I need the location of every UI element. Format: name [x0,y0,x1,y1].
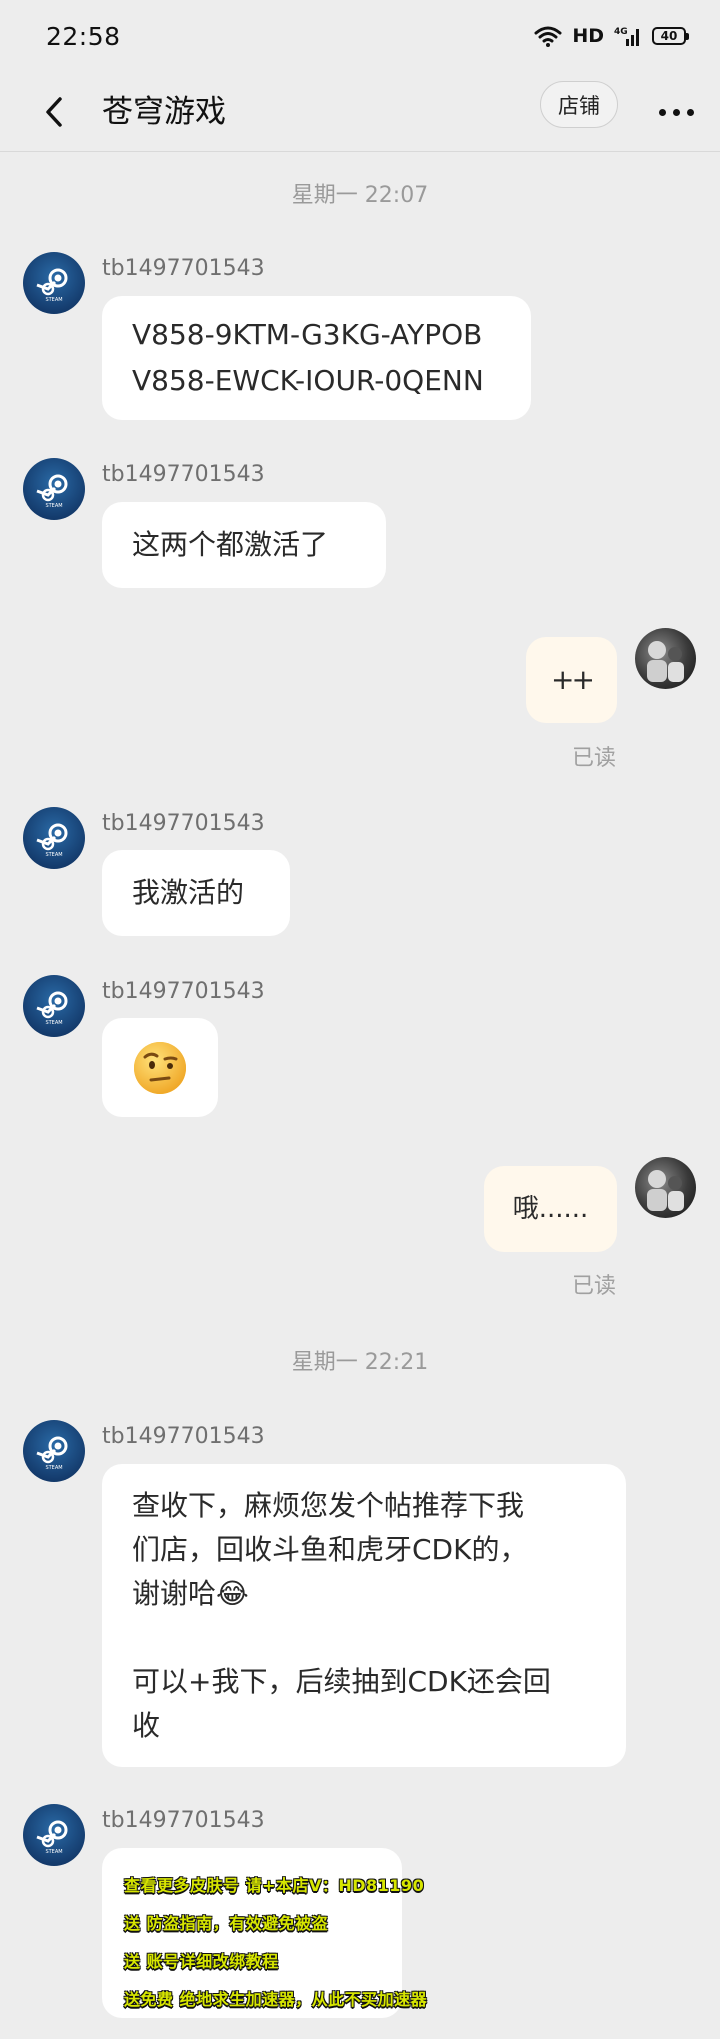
message-bubble[interactable]: 查收下，麻烦您发个帖推荐下我 们店，回收斗鱼和虎牙CDK的， 谢谢哈😂 可以+我… [102,1464,626,1767]
svg-text:STEAM: STEAM [45,1849,62,1855]
steam-logo-icon[interactable]: STEAM [23,1804,85,1866]
svg-text:STEAM: STEAM [45,297,62,303]
message-text: V858-9KTM-G3KG-AYPOB V858-EWCK-IOUR-0QEN… [132,318,484,397]
message-text: ++ [551,663,595,696]
read-receipt: 已读 [572,746,617,771]
more-dots-icon [658,108,666,116]
sender-name: tb1497701543 [102,256,265,281]
steam-logo-icon[interactable]: STEAM [23,807,85,869]
battery-icon: 40 [652,27,689,45]
sender-name: tb1497701543 [102,811,265,836]
wifi-icon [534,26,562,47]
message-text: 这两个都激活了 [132,528,329,561]
message-bubble[interactable]: 这两个都激活了 [102,502,386,588]
user-avatar[interactable] [635,1157,696,1218]
back-button[interactable] [30,88,78,136]
image-message-bubble[interactable]: 查看更多皮肤号 请+本店V：HD81190 送 防盗指南，有效避免被盗 送 账号… [102,1848,427,2018]
sender-name: tb1497701543 [102,979,265,1004]
svg-text:STEAM: STEAM [45,503,62,509]
my-message-bubble[interactable]: 哦...... [484,1166,617,1252]
chat-header: 苍穹游戏 店铺 [0,72,720,152]
my-message-bubble[interactable]: ++ [526,637,617,723]
svg-text:STEAM: STEAM [45,852,62,858]
shop-button[interactable]: 店铺 [540,81,618,128]
svg-text:STEAM: STEAM [45,1465,62,1471]
sender-name: tb1497701543 [102,462,265,487]
message-text: 哦...... [512,1194,589,1224]
chat-title: 苍穹游戏 [102,94,226,130]
status-time: 22:58 [46,21,121,51]
message-bubble[interactable] [102,1018,218,1117]
message-bubble[interactable]: 我激活的 [102,850,290,936]
read-receipt: 已读 [572,1274,617,1299]
poster-text-line: 送 防盗指南，有效避免被盗 [124,1914,329,1933]
steam-logo-icon[interactable]: STEAM [23,252,85,314]
steam-logo-icon[interactable]: STEAM [23,975,85,1037]
message-text: 我激活的 [132,876,245,909]
user-avatar[interactable] [635,628,696,689]
sender-name: tb1497701543 [102,1424,265,1449]
svg-text:STEAM: STEAM [45,1020,62,1026]
steam-logo-icon[interactable]: STEAM [23,458,85,520]
poster-text-line: 送免费 绝地求生加速器，从此不买加速器 [124,1990,428,2009]
steam-logo-icon[interactable]: STEAM [23,1420,85,1482]
signal-icon: 4G [614,27,639,46]
more-options-button[interactable] [652,88,700,136]
back-arrow-icon [46,97,62,127]
message-timestamp: 星期一 22:07 [291,183,429,208]
svg-text:4G: 4G [614,27,628,37]
status-icons: HD 4G 40 [534,25,689,47]
network-type-label: HD [572,25,604,47]
poster-text-line: 送 账号详细改绑教程 [124,1952,279,1971]
message-text: 查收下，麻烦您发个帖推荐下我 们店，回收斗鱼和虎牙CDK的， 谢谢哈😂 可以+我… [132,1489,551,1742]
raised-eyebrow-emoji-icon [134,1041,186,1094]
message-timestamp: 星期一 22:21 [291,1350,429,1375]
message-bubble[interactable]: V858-9KTM-G3KG-AYPOB V858-EWCK-IOUR-0QEN… [102,296,531,420]
poster-text-line: 查看更多皮肤号 请+本店V：HD81190 [124,1876,425,1895]
sender-name: tb1497701543 [102,1808,265,1833]
status-bar: 22:58 HD 4G 40 [0,0,720,72]
